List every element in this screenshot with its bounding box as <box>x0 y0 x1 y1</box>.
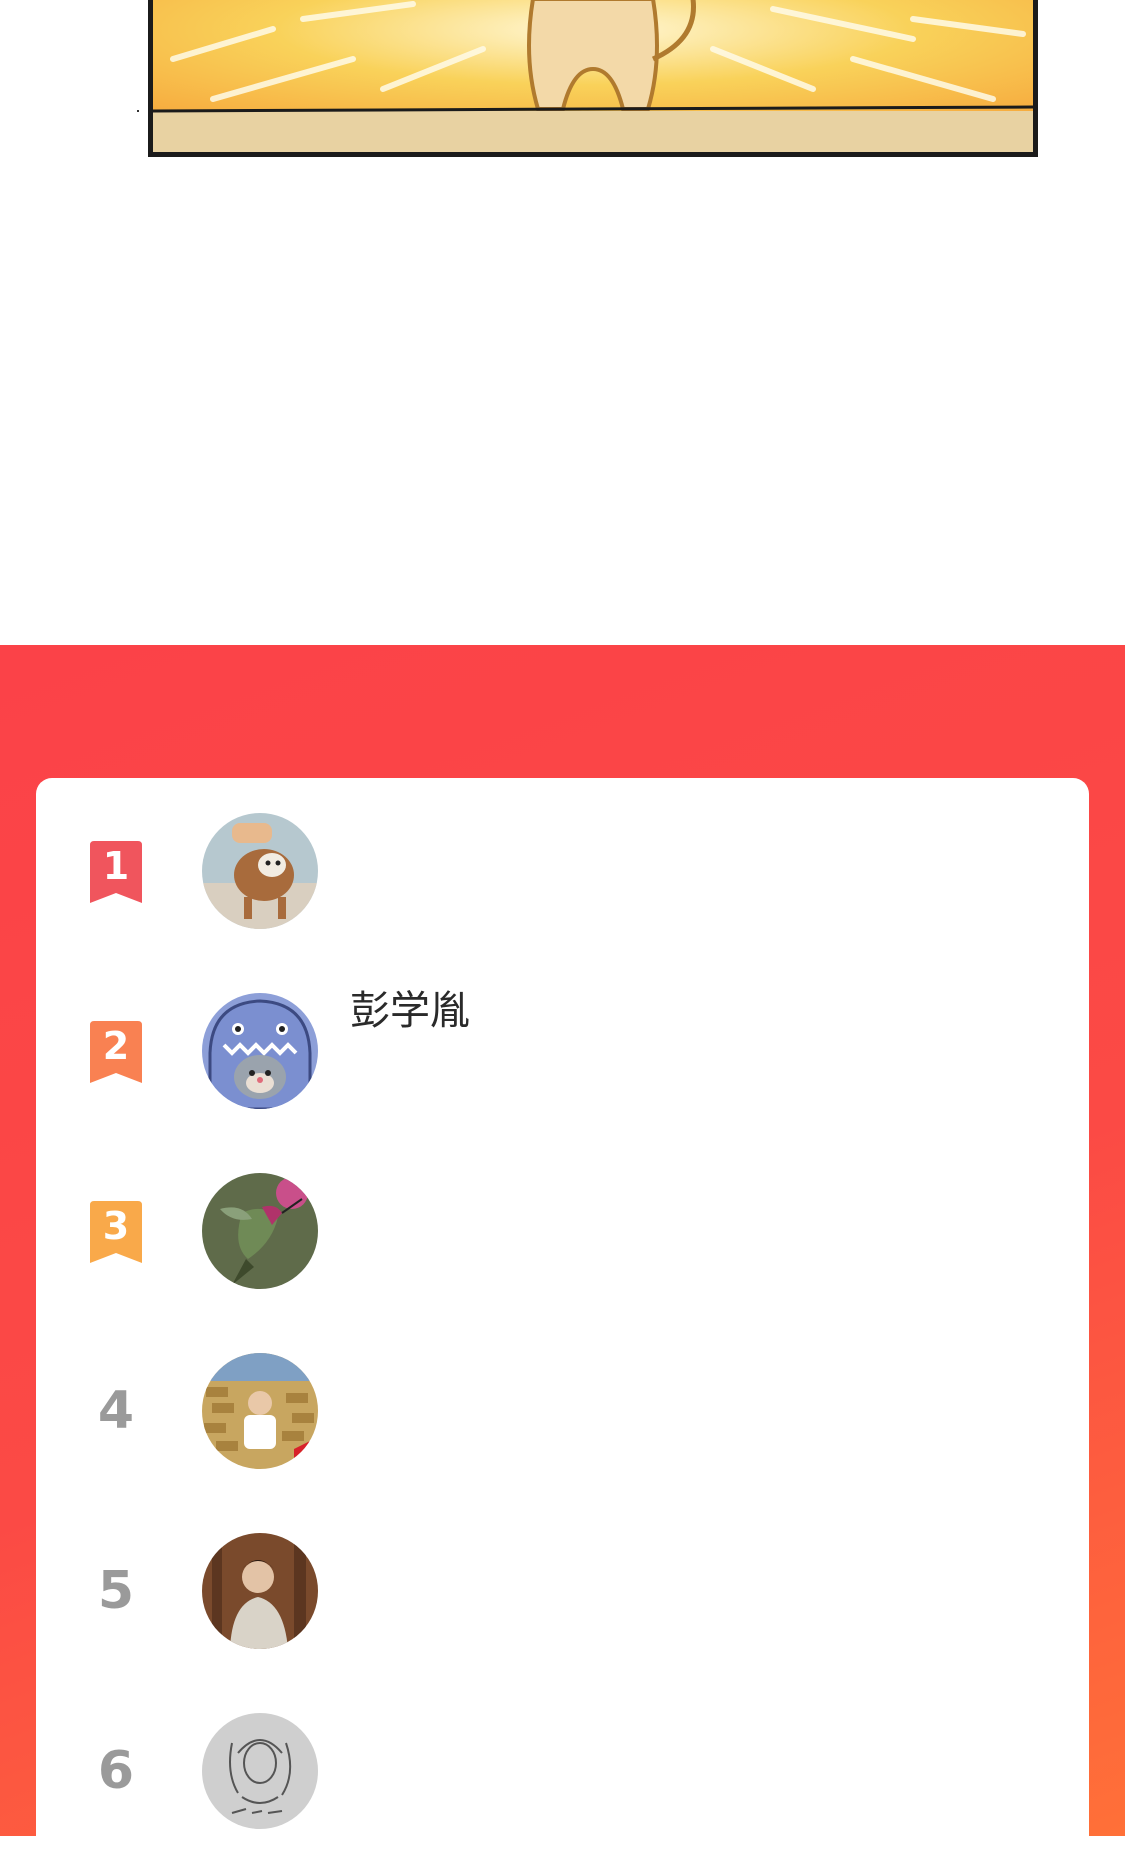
rank-row-1[interactable]: 1 <box>36 781 1089 961</box>
svg-text:3: 3 <box>103 1204 129 1248</box>
rank-row-4[interactable]: 4 <box>36 1321 1089 1501</box>
avatar-dog-photo[interactable] <box>202 813 318 929</box>
rank-number: 4 <box>97 1381 135 1441</box>
svg-text:1: 1 <box>103 844 129 888</box>
avatar-sketch-drawing[interactable] <box>202 1713 318 1829</box>
avatar-person-with-money[interactable] <box>202 1353 318 1469</box>
avatar-cartoon-cat-in-dino-hood[interactable] <box>202 993 318 1109</box>
stray-dot <box>137 110 139 112</box>
rank-row-6[interactable]: 6 <box>36 1681 1089 1861</box>
avatar-hummingbird[interactable] <box>202 1173 318 1289</box>
rank-number: 6 <box>97 1741 135 1801</box>
rank-row-3[interactable]: 3 <box>36 1141 1089 1321</box>
avatar-portrait-photo[interactable] <box>202 1533 318 1649</box>
ranking-list-card: 1 2 彭学胤 3 4 5 6 <box>36 778 1089 1858</box>
rank-2-ribbon-icon: 2 <box>86 1021 146 1085</box>
rank-3-ribbon-icon: 3 <box>86 1201 146 1265</box>
comic-panel-illustration <box>148 0 1038 157</box>
rank-number: 5 <box>97 1561 135 1621</box>
ranking-section: 1 2 彭学胤 3 4 5 6 <box>0 645 1125 1858</box>
user-name: 彭学胤 <box>350 988 470 1034</box>
rank-row-5[interactable]: 5 <box>36 1501 1089 1681</box>
svg-text:2: 2 <box>103 1024 129 1068</box>
rank-row-2[interactable]: 2 彭学胤 <box>36 961 1089 1141</box>
rank-1-ribbon-icon: 1 <box>86 841 146 905</box>
